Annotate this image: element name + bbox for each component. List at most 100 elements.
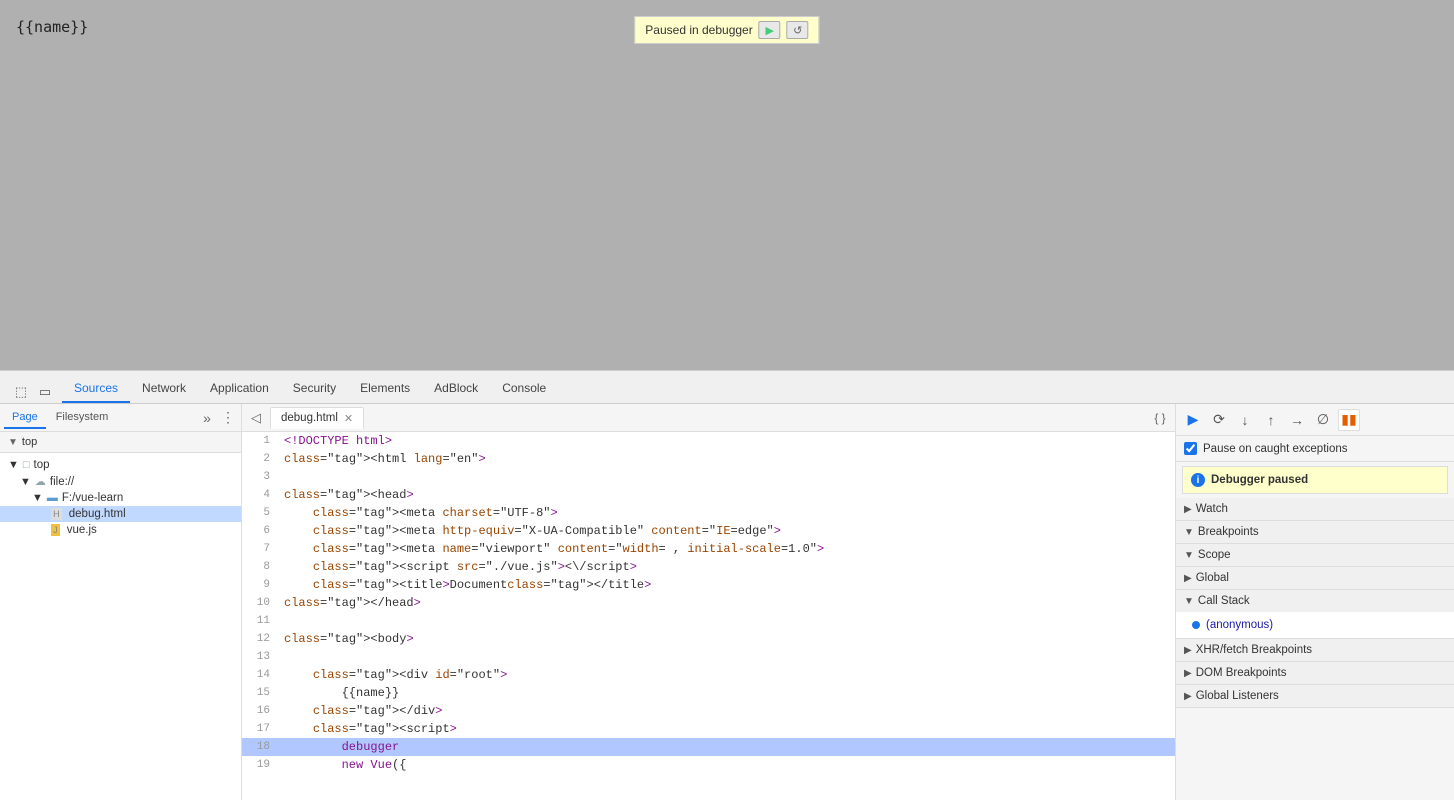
tab-application[interactable]: Application xyxy=(198,375,281,403)
line-content-15: {{name}} xyxy=(278,684,1175,702)
editor-file-tab-debug-html[interactable]: debug.html ✕ xyxy=(270,407,364,429)
accordion-watch-label: Watch xyxy=(1196,503,1228,515)
preview-area: {{name}} Paused in debugger ▶ ↺ xyxy=(0,0,1454,370)
tabs-bar: ⬚ ▭ Sources Network Application Security… xyxy=(0,370,1454,404)
editor-pretty-print-btn[interactable]: { } xyxy=(1149,407,1171,429)
tree-item-folder-vue-learn[interactable]: ▼ ▬ F:/vue-learn xyxy=(0,490,241,506)
accordion-global-listeners-header[interactable]: ▶ Global Listeners xyxy=(1176,685,1454,707)
cloud-icon: ☁ xyxy=(35,475,46,488)
inspect-icon[interactable]: ⬚ xyxy=(10,381,32,403)
line-content-17: class="tag"><script> xyxy=(278,720,1175,738)
accordion-watch-arrow: ▶ xyxy=(1184,504,1192,515)
debug-step-over-btn[interactable]: ⟳ xyxy=(1208,409,1230,431)
debug-resume-btn[interactable]: ▶ xyxy=(1182,409,1204,431)
accordion-call-stack-label: Call Stack xyxy=(1198,595,1250,607)
accordion-global-listeners: ▶ Global Listeners xyxy=(1176,685,1454,708)
accordion-scope-arrow: ▼ xyxy=(1184,550,1194,561)
toolbar-icons: ⬚ ▭ xyxy=(4,381,62,403)
editor-content[interactable]: 1<!DOCTYPE html>2class="tag"><html lang=… xyxy=(242,432,1175,800)
stepover-button[interactable]: ↺ xyxy=(787,21,809,39)
accordion-scope-header[interactable]: ▼ Scope xyxy=(1176,544,1454,566)
preview-template-text: {{name}} xyxy=(16,18,88,36)
tree-item-file-protocol[interactable]: ▼ ☁ file:// xyxy=(0,473,241,490)
left-tab-filesystem[interactable]: Filesystem xyxy=(48,407,117,429)
tab-network[interactable]: Network xyxy=(130,375,198,403)
line-content-13 xyxy=(278,648,1175,666)
debug-step-out-btn[interactable]: ↑ xyxy=(1260,409,1282,431)
tab-console[interactable]: Console xyxy=(490,375,558,403)
middle-panel: ◁ debug.html ✕ { } 1<!DOCTYPE html>2clas… xyxy=(242,404,1176,800)
accordion-dom-label: DOM Breakpoints xyxy=(1196,667,1287,679)
debug-pause-btn[interactable]: ▮▮ xyxy=(1338,409,1360,431)
pause-exceptions-row: Pause on caught exceptions xyxy=(1176,436,1454,462)
accordion-dom-breakpoints: ▶ DOM Breakpoints xyxy=(1176,662,1454,685)
accordion-global: ▶ Global xyxy=(1176,567,1454,590)
line-num-10: 10 xyxy=(242,594,278,612)
accordion-xhr-breakpoints-header[interactable]: ▶ XHR/fetch Breakpoints xyxy=(1176,639,1454,661)
line-num-17: 17 xyxy=(242,720,278,738)
line-content-8: class="tag"><script src="./vue.js"><\/sc… xyxy=(278,558,1175,576)
device-icon[interactable]: ▭ xyxy=(34,381,56,403)
editor-nav-back-btn[interactable]: ◁ xyxy=(246,408,266,428)
line-num-7: 7 xyxy=(242,540,278,558)
tree-item-debug-html[interactable]: H debug.html xyxy=(0,506,241,522)
line-num-1: 1 xyxy=(242,432,278,450)
tab-adblock[interactable]: AdBlock xyxy=(422,375,490,403)
tab-security[interactable]: Security xyxy=(281,375,348,403)
call-stack-item-anonymous[interactable]: (anonymous) xyxy=(1184,616,1446,634)
line-content-10: class="tag"></head> xyxy=(278,594,1175,612)
line-content-14: class="tag"><div id="root"> xyxy=(278,666,1175,684)
tree-arrow-vue-learn-icon: ▼ xyxy=(32,492,43,504)
debug-deactivate-btn[interactable]: ∅ xyxy=(1312,409,1334,431)
pause-exceptions-checkbox[interactable] xyxy=(1184,442,1197,455)
line-content-7: class="tag"><meta name="viewport" conten… xyxy=(278,540,1175,558)
tree-item-top[interactable]: ▼ □ top xyxy=(0,457,241,473)
right-panel: ▶ ⟳ ↓ ↑ → ∅ ▮▮ Pause on caught exception… xyxy=(1176,404,1454,800)
frame-arrow-icon: ▼ xyxy=(8,437,18,448)
line-content-6: class="tag"><meta http-equiv="X-UA-Compa… xyxy=(278,522,1175,540)
line-content-4: class="tag"><head> xyxy=(278,486,1175,504)
call-stack-dot-icon xyxy=(1192,621,1200,629)
file-html-icon: H xyxy=(51,508,62,520)
line-num-3: 3 xyxy=(242,468,278,486)
editor-tab-filename: debug.html xyxy=(281,412,338,424)
debugger-banner-text: Paused in debugger xyxy=(645,23,752,37)
line-content-9: class="tag"><title>Documentclass="tag"><… xyxy=(278,576,1175,594)
line-num-2: 2 xyxy=(242,450,278,468)
line-num-6: 6 xyxy=(242,522,278,540)
line-num-11: 11 xyxy=(242,612,278,630)
tab-elements[interactable]: Elements xyxy=(348,375,422,403)
left-panel-menu-icon[interactable]: ⋮ xyxy=(219,409,237,427)
tab-sources[interactable]: Sources xyxy=(62,375,130,403)
debugger-banner: Paused in debugger ▶ ↺ xyxy=(634,16,819,44)
line-content-16: class="tag"></div> xyxy=(278,702,1175,720)
accordion-breakpoints-label: Breakpoints xyxy=(1198,526,1259,538)
line-content-2: class="tag"><html lang="en"> xyxy=(278,450,1175,468)
debug-step-btn[interactable]: → xyxy=(1286,409,1308,431)
tree-arrow-file-icon: ▼ xyxy=(20,476,31,488)
accordion-global-header[interactable]: ▶ Global xyxy=(1176,567,1454,589)
debug-step-into-btn[interactable]: ↓ xyxy=(1234,409,1256,431)
tree-label-vue-learn: F:/vue-learn xyxy=(62,492,123,504)
left-tab-page[interactable]: Page xyxy=(4,407,46,429)
left-tab-more-icon[interactable]: » xyxy=(197,408,217,428)
line-num-8: 8 xyxy=(242,558,278,576)
left-panel: Page Filesystem » ⋮ ▼ top ▼ □ top ▼ ☁ fi… xyxy=(0,404,242,800)
line-num-5: 5 xyxy=(242,504,278,522)
accordion-breakpoints-header[interactable]: ▼ Breakpoints xyxy=(1176,521,1454,543)
accordion-watch-header[interactable]: ▶ Watch xyxy=(1176,498,1454,520)
line-content-12: class="tag"><body> xyxy=(278,630,1175,648)
tree-label-vue-js: vue.js xyxy=(64,524,97,536)
tree-label-top: top xyxy=(34,459,50,471)
pause-exceptions-label[interactable]: Pause on caught exceptions xyxy=(1203,443,1348,455)
tree-item-vue-js[interactable]: J vue.js xyxy=(0,522,241,538)
accordion-xhr-arrow: ▶ xyxy=(1184,645,1192,656)
editor-tab-close-btn[interactable]: ✕ xyxy=(344,412,353,425)
line-num-9: 9 xyxy=(242,576,278,594)
info-icon: i xyxy=(1191,473,1205,487)
accordion-call-stack-header[interactable]: ▼ Call Stack xyxy=(1176,590,1454,612)
accordion-dom-breakpoints-header[interactable]: ▶ DOM Breakpoints xyxy=(1176,662,1454,684)
resume-button[interactable]: ▶ xyxy=(759,21,781,39)
accordion-global-label: Global xyxy=(1196,572,1229,584)
accordion-call-stack: ▼ Call Stack (anonymous) xyxy=(1176,590,1454,639)
